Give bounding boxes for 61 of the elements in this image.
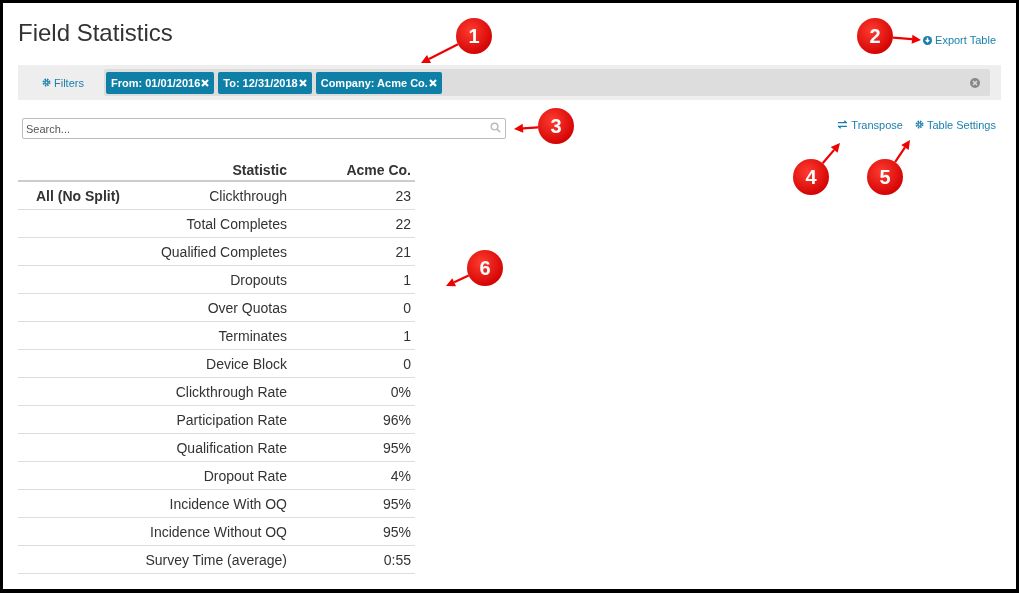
table-cell: 0:55 [291,545,415,574]
table-cell: 1 [291,321,415,350]
table-cell: Dropouts [132,265,291,294]
table-cell: Qualified Completes [132,237,291,266]
callout-arrow [894,140,910,163]
filter-chip[interactable]: From: 01/01/2016 [106,71,215,94]
table-cell: 22 [291,209,415,238]
table-cell: 0 [291,349,415,378]
table-cell: Clickthrough [132,181,291,210]
remove-icon[interactable] [428,78,437,87]
gear-icon [914,120,924,129]
table-cell: 95% [291,489,415,518]
table-cell: 21 [291,237,415,266]
callout-badge: 5 [867,159,903,195]
table-cell: Over Quotas [132,293,291,322]
filters-button[interactable]: Filters [22,76,104,89]
callout-arrow [514,123,539,133]
callout-badge: 1 [456,18,492,54]
table-cell: 0 [291,293,415,322]
table-cell: Participation Rate [132,405,291,434]
callout-arrow [421,43,459,63]
table-cell: Terminates [132,321,291,350]
callout-arrow [821,143,840,164]
callout-arrow [446,274,470,287]
group-label: All (No Split) [18,181,132,210]
callout-arrow [892,34,921,44]
table-cell: Device Block [132,349,291,378]
callout-badge: 6 [467,250,503,286]
table-cell: 1 [291,265,415,294]
search-field[interactable]: Search... [22,118,506,139]
page-title: Field Statistics [18,19,173,47]
table-cell: Incidence With OQ [132,489,291,518]
table-cell: Survey Time (average) [132,545,291,574]
table-cell: 96% [291,405,415,434]
table-cell: Incidence Without OQ [132,517,291,546]
table-cell: Dropout Rate [132,461,291,490]
column-header: Statistic [132,160,291,181]
export-table-link[interactable]: Export Table [923,34,996,46]
filter-chip[interactable]: Company: Acme Co. [315,71,442,94]
filter-chip[interactable]: To: 12/31/2018 [218,71,312,94]
download-icon [923,35,933,45]
table-cell: 95% [291,433,415,462]
remove-icon[interactable] [298,78,307,87]
table-cell: 95% [291,517,415,546]
table-cell: 0% [291,377,415,406]
column-header: Acme Co. [291,160,415,181]
transpose-link[interactable]: Transpose [837,118,903,131]
table-cell: 23 [291,181,415,210]
table-cell: Qualification Rate [132,433,291,462]
swap-arrows-icon [837,120,849,129]
table-cell: 4% [291,461,415,490]
table-cell: Clickthrough Rate [132,377,291,406]
search-icon [490,122,501,133]
table-cell: Total Completes [132,209,291,238]
remove-icon[interactable] [201,78,210,87]
table-settings-link[interactable]: Table Settings [914,118,996,131]
callout-badge: 2 [857,18,893,54]
callout-badge: 3 [538,108,574,144]
clear-icon[interactable] [970,77,980,88]
gear-icon [42,78,51,87]
callout-badge: 4 [793,159,829,195]
